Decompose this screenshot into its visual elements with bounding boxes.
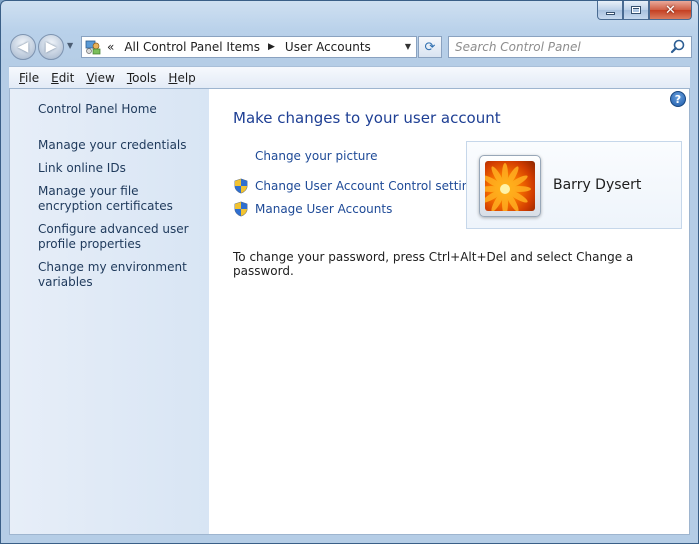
caption-buttons: ✕ xyxy=(597,1,692,21)
close-button[interactable]: ✕ xyxy=(649,1,692,20)
user-tile: Barry Dysert xyxy=(466,141,682,229)
close-icon: ✕ xyxy=(665,2,676,18)
window: ✕ ◀ ▶ ▼ « All Control Panel Items ▶ User… xyxy=(0,0,699,544)
sidebar-file-encryption-certificates[interactable]: Manage your file encryption certificates xyxy=(38,184,203,214)
forward-arrow-icon: ▶ xyxy=(45,39,57,55)
menu-view[interactable]: View xyxy=(80,71,120,85)
task-manage-user-accounts-label[interactable]: Manage User Accounts xyxy=(255,202,392,216)
search-input[interactable] xyxy=(455,38,669,56)
menu-tools[interactable]: Tools xyxy=(121,71,163,85)
search-icon[interactable] xyxy=(669,38,687,56)
search-box[interactable] xyxy=(448,36,692,58)
forward-button[interactable]: ▶ xyxy=(38,34,64,60)
menu-file[interactable]: File xyxy=(13,71,45,85)
sidebar-control-panel-home[interactable]: Control Panel Home xyxy=(38,102,203,117)
task-change-picture-label[interactable]: Change your picture xyxy=(255,149,377,163)
page-title: Make changes to your user account xyxy=(233,109,501,127)
menu-bar: File Edit View Tools Help xyxy=(9,66,690,88)
task-pane: Control Panel Home Manage your credentia… xyxy=(10,89,209,534)
breadcrumb-all-items[interactable]: All Control Panel Items xyxy=(124,40,260,54)
breadcrumb-overflow[interactable]: « xyxy=(107,40,114,54)
control-panel-icon xyxy=(85,39,101,55)
menu-edit[interactable]: Edit xyxy=(45,71,80,85)
refresh-icon: ⟳ xyxy=(424,39,436,55)
task-change-picture[interactable]: Change your picture xyxy=(255,149,377,163)
password-note: To change your password, press Ctrl+Alt+… xyxy=(233,250,634,278)
help-button[interactable]: ? xyxy=(670,91,686,107)
task-uac-settings[interactable]: Change User Account Control settings xyxy=(233,178,483,194)
orange-flower-avatar xyxy=(485,161,535,211)
breadcrumb-separator-icon[interactable]: ▶ xyxy=(268,42,275,52)
uac-shield-icon xyxy=(233,201,249,217)
menu-help[interactable]: Help xyxy=(162,71,201,85)
help-icon: ? xyxy=(674,92,682,106)
avatar[interactable] xyxy=(479,155,541,217)
recent-pages-dropdown[interactable]: ▼ xyxy=(67,41,73,50)
sidebar-manage-credentials[interactable]: Manage your credentials xyxy=(38,138,203,153)
task-uac-settings-label[interactable]: Change User Account Control settings xyxy=(255,179,483,193)
back-arrow-icon: ◀ xyxy=(17,39,29,55)
maximize-icon xyxy=(631,6,641,14)
maximize-button[interactable] xyxy=(623,1,649,20)
back-button[interactable]: ◀ xyxy=(10,34,36,60)
sidebar-environment-variables[interactable]: Change my environment variables xyxy=(38,260,203,290)
address-dropdown-icon[interactable]: ▼ xyxy=(405,42,411,51)
breadcrumb-user-accounts[interactable]: User Accounts xyxy=(285,40,371,54)
minimize-icon xyxy=(605,12,615,15)
sidebar-advanced-profile-properties[interactable]: Configure advanced user profile properti… xyxy=(38,222,203,252)
main-panel: ? Make changes to your user account Chan… xyxy=(209,89,689,534)
user-name: Barry Dysert xyxy=(553,177,642,193)
uac-shield-icon xyxy=(233,178,249,194)
refresh-button[interactable]: ⟳ xyxy=(418,36,442,58)
minimize-button[interactable] xyxy=(597,1,623,20)
content-area: Control Panel Home Manage your credentia… xyxy=(9,88,690,535)
address-bar[interactable]: « All Control Panel Items ▶ User Account… xyxy=(81,36,417,58)
navigation-bar: ◀ ▶ ▼ « All Control Panel Items ▶ User A… xyxy=(9,33,692,60)
sidebar-link-online-ids[interactable]: Link online IDs xyxy=(38,161,203,176)
task-manage-user-accounts[interactable]: Manage User Accounts xyxy=(233,201,392,217)
